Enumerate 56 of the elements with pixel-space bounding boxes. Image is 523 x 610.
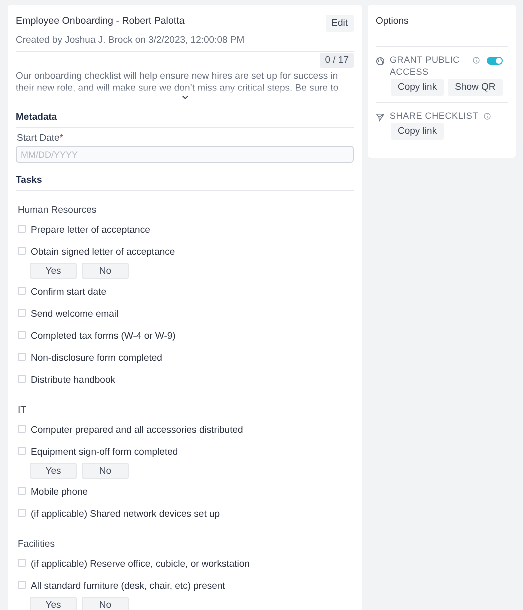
progress-badge: 0 / 17 bbox=[320, 53, 354, 68]
yes-button[interactable]: Yes bbox=[30, 463, 77, 479]
checkbox[interactable] bbox=[18, 308, 26, 316]
task-label: Computer prepared and all accessories distributed bbox=[31, 424, 244, 436]
info-icon[interactable] bbox=[473, 57, 480, 64]
created-by-text: Created by Joshua J. Brock on 3/2/2023, 12:00:08 PM bbox=[16, 35, 354, 52]
task-label: Non-disclosure form completed bbox=[31, 352, 162, 364]
date-field[interactable]: MM/DD/YYYY bbox=[16, 146, 354, 163]
info-icon[interactable] bbox=[484, 113, 491, 120]
no-button[interactable]: No bbox=[82, 263, 129, 279]
section-heading: Metadata bbox=[16, 100, 354, 128]
field-label: Start Date* bbox=[17, 133, 64, 144]
edit-button[interactable]: Edit bbox=[326, 15, 354, 32]
checkbox[interactable] bbox=[18, 558, 26, 566]
group-name: IT bbox=[18, 405, 28, 416]
checklist-title: Employee Onboarding - Robert Palotta bbox=[16, 16, 185, 27]
option-button[interactable]: Show QR bbox=[448, 79, 503, 96]
globe-icon bbox=[376, 57, 385, 66]
no-button[interactable]: No bbox=[82, 463, 129, 479]
task-label: (if applicable) Shared network devices set up bbox=[31, 508, 220, 520]
task-label: Completed tax forms (W-4 or W-9) bbox=[31, 330, 176, 342]
checkbox[interactable] bbox=[18, 486, 26, 494]
task-label: All standard furniture (desk, chair, etc) present bbox=[31, 580, 226, 592]
checkbox[interactable] bbox=[18, 508, 26, 516]
task-label: (if applicable) Reserve office, cubicle, or workstation bbox=[31, 558, 250, 570]
checkbox[interactable] bbox=[18, 224, 26, 232]
toggle-switch[interactable] bbox=[487, 57, 503, 65]
checkbox[interactable] bbox=[18, 246, 26, 254]
send-icon bbox=[376, 113, 385, 122]
option-button[interactable]: Copy link bbox=[391, 123, 444, 140]
description-text: Our onboarding checklist will help ensure new hires are set up for success in their new role, and will make sure we don’t miss any critical steps. Be sure to bbox=[16, 71, 340, 95]
task-label: Confirm start date bbox=[31, 286, 106, 298]
option-label: SHARE CHECKLIST bbox=[390, 110, 479, 122]
options-title: Options bbox=[376, 16, 508, 47]
option-button[interactable]: Copy link bbox=[391, 79, 444, 96]
checkbox[interactable] bbox=[18, 286, 26, 294]
task-label: Mobile phone bbox=[31, 486, 88, 498]
task-label: Equipment sign-off form completed bbox=[31, 446, 178, 458]
chevron-icon[interactable] bbox=[182, 95, 188, 100]
task-label: Obtain signed letter of acceptance bbox=[31, 246, 176, 258]
task-label: Distribute handbook bbox=[31, 374, 116, 386]
yes-button[interactable]: Yes bbox=[30, 597, 77, 610]
checkbox[interactable] bbox=[18, 580, 26, 588]
task-label: Prepare letter of acceptance bbox=[31, 224, 150, 236]
no-button[interactable]: No bbox=[82, 597, 129, 610]
checkbox[interactable] bbox=[18, 424, 26, 432]
checkbox[interactable] bbox=[18, 374, 26, 382]
checkbox[interactable] bbox=[18, 330, 26, 338]
task-label: Send welcome email bbox=[31, 308, 119, 320]
yes-button[interactable]: Yes bbox=[30, 263, 77, 279]
section-heading: Tasks bbox=[16, 163, 354, 191]
group-name: Human Resources bbox=[18, 205, 98, 216]
group-name: Facilities bbox=[18, 539, 56, 550]
checkbox[interactable] bbox=[18, 352, 26, 360]
checkbox[interactable] bbox=[18, 446, 26, 454]
option-label: GRANT PUBLIC ACCESS bbox=[390, 54, 461, 78]
